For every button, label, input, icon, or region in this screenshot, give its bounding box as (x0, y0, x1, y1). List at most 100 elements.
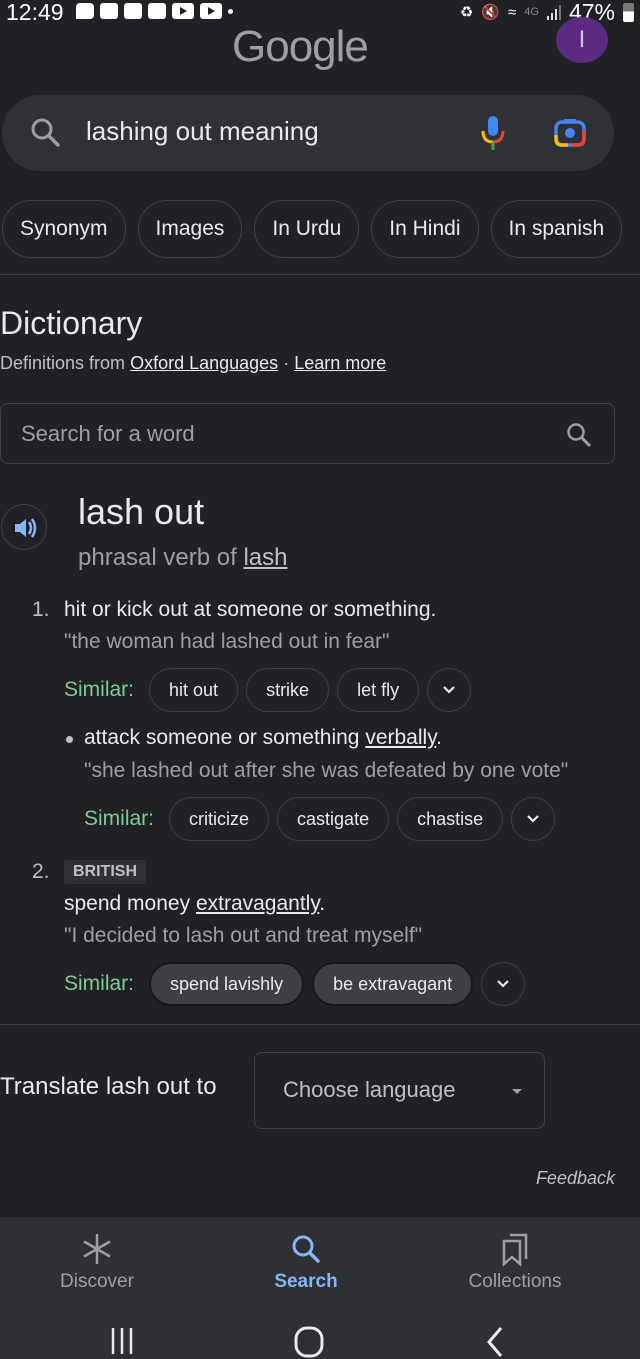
definition-suffix: . (319, 892, 326, 915)
similar-row: Similar: criticize castigate chastise (84, 797, 556, 841)
network-type: 4G (524, 6, 539, 18)
extravagantly-link[interactable]: extravagantly (196, 892, 319, 915)
part-of-speech: phrasal verb of lash (78, 544, 287, 572)
chip-synonym[interactable]: Synonym (2, 200, 126, 258)
synonym-chip[interactable]: hit out (149, 668, 239, 712)
definition-text: spend money (64, 892, 191, 915)
battery-icon (623, 2, 634, 22)
language-select[interactable]: Choose language (254, 1052, 545, 1129)
recycle-icon: ♻ (459, 4, 474, 21)
home-button[interactable] (294, 1324, 324, 1359)
divider (0, 274, 640, 275)
search-icon (292, 1235, 320, 1263)
similar-label: Similar: (84, 807, 155, 830)
mute-icon: 🔇 (481, 4, 501, 21)
region-badge: BRITISH (64, 860, 146, 884)
example: "the woman had lashed out in fear" (64, 630, 390, 653)
definition-text: attack someone or something (84, 726, 360, 749)
recent-apps-icon (111, 1328, 133, 1354)
oxford-languages-link[interactable]: Oxford Languages (130, 353, 278, 373)
expand-synonyms-button[interactable] (511, 797, 556, 841)
synonym-chip[interactable]: let fly (337, 668, 420, 712)
definition: attack someone or something verbally. (84, 726, 442, 750)
similar-row: Similar: spend lavishly be extravagant (64, 962, 526, 1006)
back-icon (487, 1327, 503, 1357)
sense-number: 2. (32, 860, 50, 883)
more-notifications-dot-icon (228, 8, 233, 14)
account-avatar[interactable]: I (556, 17, 608, 63)
expand-synonyms-button[interactable] (481, 962, 526, 1006)
chevron-down-icon (497, 980, 509, 988)
bullet (66, 736, 73, 743)
status-right: ♻ 🔇 ≈ 4G 47% (459, 0, 634, 25)
similar-row: Similar: hit out strike let fly (64, 668, 472, 712)
headword: lash out (78, 491, 205, 532)
definition: spend money extravagantly. (64, 892, 325, 916)
search-icon[interactable] (566, 422, 592, 453)
synonym-chip[interactable]: criticize (169, 797, 270, 841)
discord-icon (124, 3, 142, 19)
google-logo[interactable]: Google (232, 22, 369, 72)
pos-prefix: phrasal verb of (78, 544, 237, 571)
google-lens-icon[interactable] (554, 117, 586, 152)
recent-apps-button[interactable] (110, 1324, 136, 1359)
search-icon (30, 117, 62, 154)
discord-icon (100, 3, 118, 19)
word-search-field[interactable]: Search for a word (0, 403, 615, 464)
dropdown-caret-icon (512, 1089, 522, 1094)
nav-label: Discover (60, 1271, 134, 1292)
chip-in-spanish[interactable]: In spanish (490, 200, 623, 258)
pronunciation-button[interactable] (1, 504, 47, 550)
source-separator: · (283, 353, 290, 373)
synonym-chip[interactable]: be extravagant (312, 962, 474, 1006)
nav-search[interactable]: Search (226, 1229, 386, 1293)
signal-icon (546, 4, 561, 20)
search-bar[interactable]: lashing out meaning (2, 95, 614, 171)
chevron-down-icon (527, 815, 539, 823)
discord-icon (148, 3, 166, 19)
verbally-link[interactable]: verbally (365, 726, 436, 749)
language-select-value[interactable]: Choose language (283, 1077, 455, 1103)
source-prefix: Definitions from (0, 353, 126, 373)
youtube-icon (200, 3, 222, 19)
nav-label: Search (274, 1271, 338, 1292)
chat-bubble-icon (76, 3, 94, 19)
collections-icon (502, 1233, 528, 1267)
speaker-icon (15, 518, 37, 538)
divider (0, 1024, 640, 1025)
asterisk-icon (83, 1234, 111, 1264)
synonym-chip[interactable]: spend lavishly (149, 962, 305, 1006)
status-time: 12:49 (6, 0, 64, 25)
voice-search-icon[interactable] (480, 115, 506, 156)
sense-number: 1. (32, 598, 50, 621)
nav-collections[interactable]: Collections (435, 1229, 595, 1293)
synonym-chip[interactable]: chastise (397, 797, 504, 841)
similar-label: Similar: (64, 678, 135, 701)
chip-in-hindi[interactable]: In Hindi (371, 200, 479, 258)
dictionary-title: Dictionary (0, 305, 143, 341)
example: "she lashed out after she was defeated b… (84, 759, 569, 782)
search-input[interactable]: lashing out meaning (86, 116, 319, 147)
nav-label: Collections (468, 1271, 562, 1292)
youtube-icon (172, 3, 194, 19)
chip-images[interactable]: Images (137, 200, 243, 258)
chevron-down-icon (443, 686, 455, 694)
example: "I decided to lash out and treat myself" (64, 924, 423, 947)
similar-label: Similar: (64, 972, 135, 995)
search-chips: Synonym Images In Urdu In Hindi In spani… (2, 200, 623, 258)
lash-link[interactable]: lash (243, 544, 287, 571)
synonym-chip[interactable]: castigate (277, 797, 390, 841)
chip-in-urdu[interactable]: In Urdu (254, 200, 360, 258)
nav-discover[interactable]: Discover (17, 1229, 177, 1293)
back-button[interactable] (484, 1324, 506, 1359)
definition-suffix: . (436, 726, 442, 749)
dictionary-source: Definitions from Oxford Languages · Lear… (0, 353, 386, 374)
word-search-placeholder[interactable]: Search for a word (21, 421, 195, 447)
definition: hit or kick out at someone or something. (64, 598, 437, 621)
feedback-link[interactable]: Feedback (536, 1168, 615, 1189)
learn-more-link[interactable]: Learn more (294, 353, 386, 373)
synonym-chip[interactable]: strike (246, 668, 330, 712)
wifi-icon: ≈ (508, 3, 517, 21)
expand-synonyms-button[interactable] (427, 668, 472, 712)
translate-label: Translate lash out to (0, 1073, 217, 1100)
